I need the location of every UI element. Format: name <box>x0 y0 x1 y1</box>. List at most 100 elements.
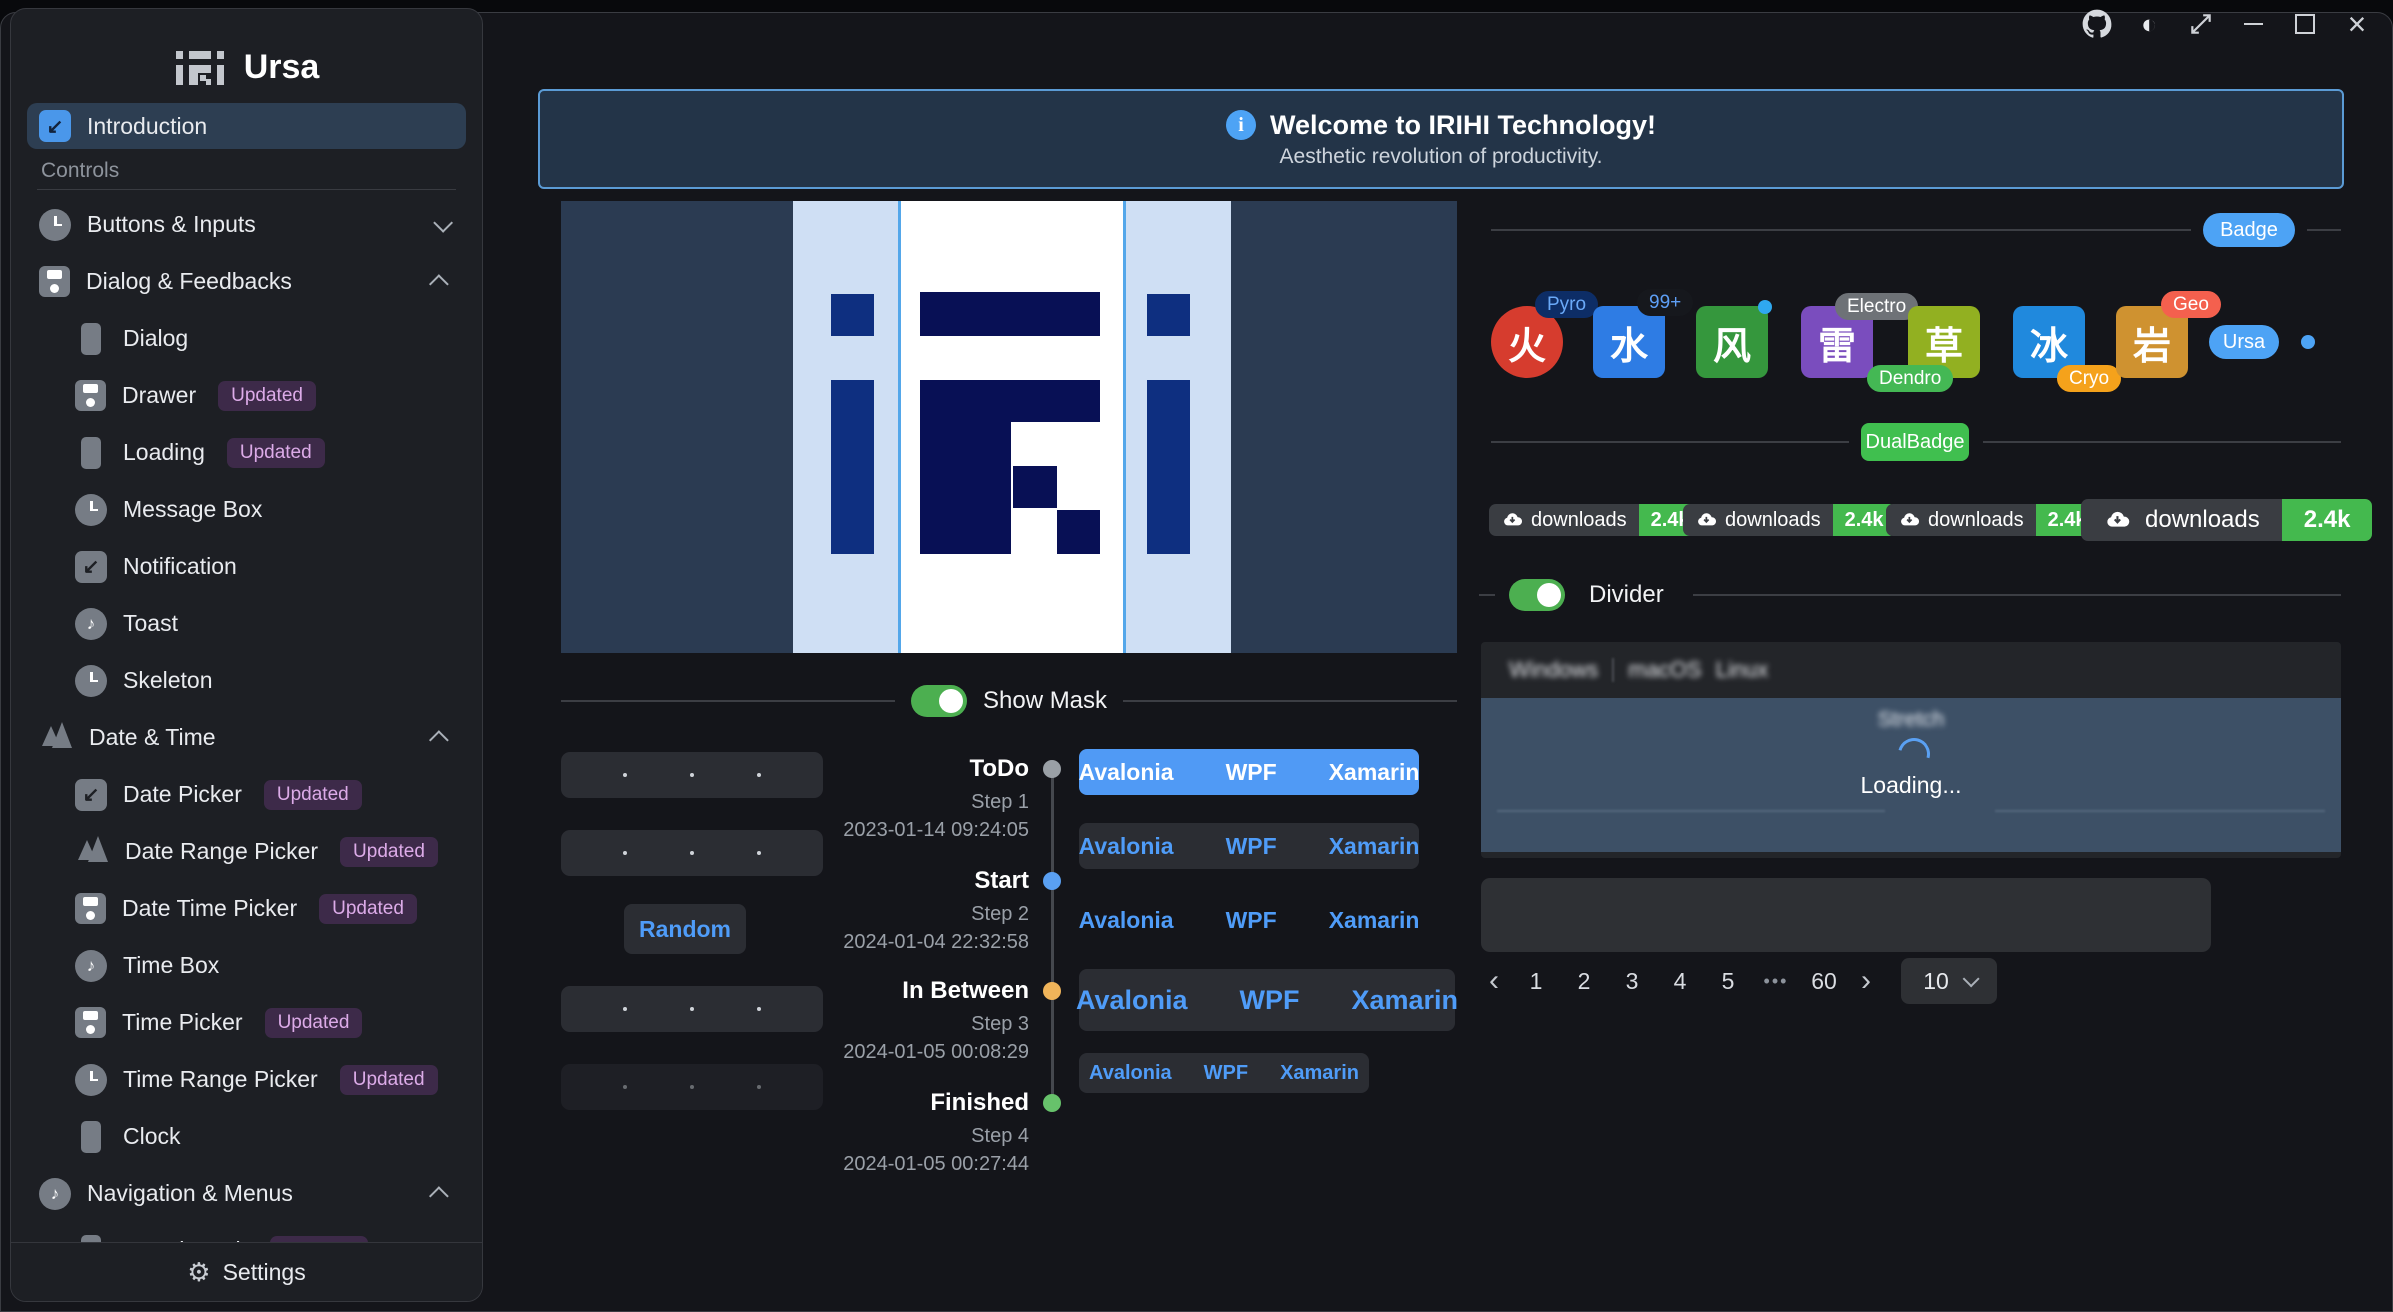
xamarin-button[interactable]: Xamarin <box>1303 907 1446 934</box>
updated-badge: Updated <box>218 381 316 411</box>
page-button-60[interactable]: 60 <box>1803 959 1845 1003</box>
sidebar-item-dialog[interactable]: Dialog <box>27 310 466 367</box>
downloads-dual-badge[interactable]: downloads 2.4k <box>1683 504 1896 536</box>
button-group-solid: Avalonia WPF Xamarin <box>1079 749 1419 795</box>
prev-page-button[interactable]: ‹ <box>1479 959 1509 1003</box>
xamarin-button[interactable]: Xamarin <box>1264 1062 1375 1085</box>
dot-badge <box>1758 300 1772 314</box>
logo-pixel <box>1011 380 1100 422</box>
downloads-dual-badge[interactable]: downloads 2.4k <box>1886 504 2099 536</box>
avalonia-button[interactable]: Avalonia <box>1053 833 1200 860</box>
floppy-icon <box>75 380 106 411</box>
pagination-ellipsis[interactable]: ••• <box>1755 959 1797 1003</box>
theme-toggle-icon[interactable]: ◐ <box>2131 6 2167 42</box>
mask-guide-line <box>1123 201 1126 653</box>
logo-pixel <box>831 380 874 554</box>
wpf-button[interactable]: WPF <box>1214 985 1326 1016</box>
dualbadge-divider-pill: DualBadge <box>1861 423 1969 461</box>
minimize-button[interactable] <box>2235 6 2271 42</box>
divider-line <box>1479 594 1495 596</box>
sidebar-item-message-box[interactable]: Message Box <box>27 481 466 538</box>
tab-windows[interactable]: Windows <box>1495 657 1612 683</box>
geo-badge: Geo <box>2161 291 2221 318</box>
xamarin-button[interactable]: Xamarin <box>1326 985 1485 1016</box>
maximize-button[interactable] <box>2287 6 2323 42</box>
logo-pixel <box>831 294 874 336</box>
logo-pixel <box>1013 466 1057 508</box>
sidebar-item-date-picker[interactable]: ↙ Date Picker Updated <box>27 766 466 823</box>
downloads-dual-badge-large[interactable]: downloads 2.4k <box>2081 499 2372 541</box>
logo-pixel <box>1147 380 1190 554</box>
sidebar-item-skeleton[interactable]: Skeleton <box>27 652 466 709</box>
github-icon[interactable] <box>2079 6 2115 42</box>
downloads-dual-badge[interactable]: downloads 2.4k <box>1489 504 1702 536</box>
page-button-1[interactable]: 1 <box>1515 959 1557 1003</box>
avalonia-button[interactable]: Avalonia <box>1073 1062 1188 1085</box>
empty-input-box[interactable] <box>1481 878 2211 952</box>
ursa-logo-icon <box>174 45 226 89</box>
timeline: ToDo Step 1 2023-01-14 09:24:05 Start St… <box>691 747 1091 1207</box>
sidebar-item-toast[interactable]: ♪ Toast <box>27 595 466 652</box>
wpf-button[interactable]: WPF <box>1200 833 1303 860</box>
timeline-step-subtitle: Step 4 <box>971 1125 1029 1148</box>
tab-linux[interactable]: Linux <box>1716 657 1783 683</box>
next-page-button[interactable]: › <box>1851 959 1881 1003</box>
show-mask-row: Show Mask <box>561 681 1457 721</box>
sidebar-item-time-range-picker[interactable]: Time Range Picker Updated <box>27 1051 466 1108</box>
sidebar-item-buttons-inputs[interactable]: Buttons & Inputs <box>27 196 466 253</box>
updated-badge: Updated <box>340 1065 438 1095</box>
avalonia-button[interactable]: Avalonia <box>1050 985 1214 1016</box>
loading-spinner-icon <box>1892 732 1936 776</box>
xamarin-button[interactable]: Xamarin <box>1303 833 1446 860</box>
sidebar-item-date-range-picker[interactable]: Date Range Picker Updated <box>27 823 466 880</box>
page-size-select[interactable]: 10 <box>1901 958 1997 1004</box>
battery-icon <box>81 437 101 469</box>
expand-icon[interactable] <box>2183 6 2219 42</box>
sidebar-item-notification[interactable]: ↙ Notification <box>27 538 466 595</box>
sidebar-item-clock[interactable]: Clock <box>27 1108 466 1165</box>
tab-macos[interactable]: macOS <box>1614 657 1715 683</box>
timeline-step-title: ToDo <box>969 755 1029 783</box>
avalonia-button[interactable]: Avalonia <box>1053 759 1200 786</box>
page-button-3[interactable]: 3 <box>1611 959 1653 1003</box>
timeline-step-time: 2023-01-14 09:24:05 <box>843 819 1029 842</box>
sidebar-item-navigation-menus[interactable]: ♪ Navigation & Menus <box>27 1165 466 1222</box>
wpf-button[interactable]: WPF <box>1188 1062 1264 1085</box>
wpf-button[interactable]: WPF <box>1200 759 1303 786</box>
button-group-soft: Avalonia WPF Xamarin <box>1079 823 1419 869</box>
sidebar-divider <box>37 189 456 190</box>
settings-button[interactable]: ⚙ Settings <box>11 1242 482 1301</box>
divider-toggle[interactable] <box>1509 579 1565 611</box>
page-button-2[interactable]: 2 <box>1563 959 1605 1003</box>
loading-mask-content: Stretch Loading... <box>1481 698 2341 852</box>
avalonia-button[interactable]: Avalonia <box>1053 907 1200 934</box>
sidebar-item-date-time[interactable]: Date & Time <box>27 709 466 766</box>
divider-line <box>1491 441 1849 443</box>
floppy-icon <box>39 266 70 297</box>
updated-badge: Updated <box>265 1008 363 1038</box>
sidebar-item-loading[interactable]: Loading Updated <box>27 424 466 481</box>
sidebar-item-time-picker[interactable]: Time Picker Updated <box>27 994 466 1051</box>
close-button[interactable]: × <box>2339 6 2375 42</box>
badge-tile-hydro: 水 <box>1593 306 1665 378</box>
sidebar-item-drawer[interactable]: Drawer Updated <box>27 367 466 424</box>
page-button-4[interactable]: 4 <box>1659 959 1701 1003</box>
badge-tile-anemo: 风 <box>1696 306 1768 378</box>
sidebar-item-time-box[interactable]: ♪ Time Box <box>27 937 466 994</box>
divider-line <box>1983 441 2341 443</box>
show-mask-toggle[interactable] <box>911 685 967 717</box>
wpf-button[interactable]: WPF <box>1200 907 1303 934</box>
timeline-step-title: Finished <box>930 1089 1029 1117</box>
sidebar-item-date-time-picker[interactable]: Date Time Picker Updated <box>27 880 466 937</box>
sidebar-item-dialog-feedbacks[interactable]: Dialog & Feedbacks <box>27 253 466 310</box>
sidebar-item-introduction[interactable]: ↙ Introduction <box>27 103 466 149</box>
chevron-up-icon <box>429 274 449 294</box>
xamarin-button[interactable]: Xamarin <box>1303 759 1446 786</box>
logo-pixel <box>1147 294 1190 336</box>
timeline-dot <box>1043 872 1061 890</box>
tree-icon <box>75 836 109 868</box>
chevron-down-icon <box>433 212 453 232</box>
updated-badge: Updated <box>227 438 325 468</box>
page-button-5[interactable]: 5 <box>1707 959 1749 1003</box>
button-group-ghost: Avalonia WPF Xamarin <box>1079 897 1419 943</box>
